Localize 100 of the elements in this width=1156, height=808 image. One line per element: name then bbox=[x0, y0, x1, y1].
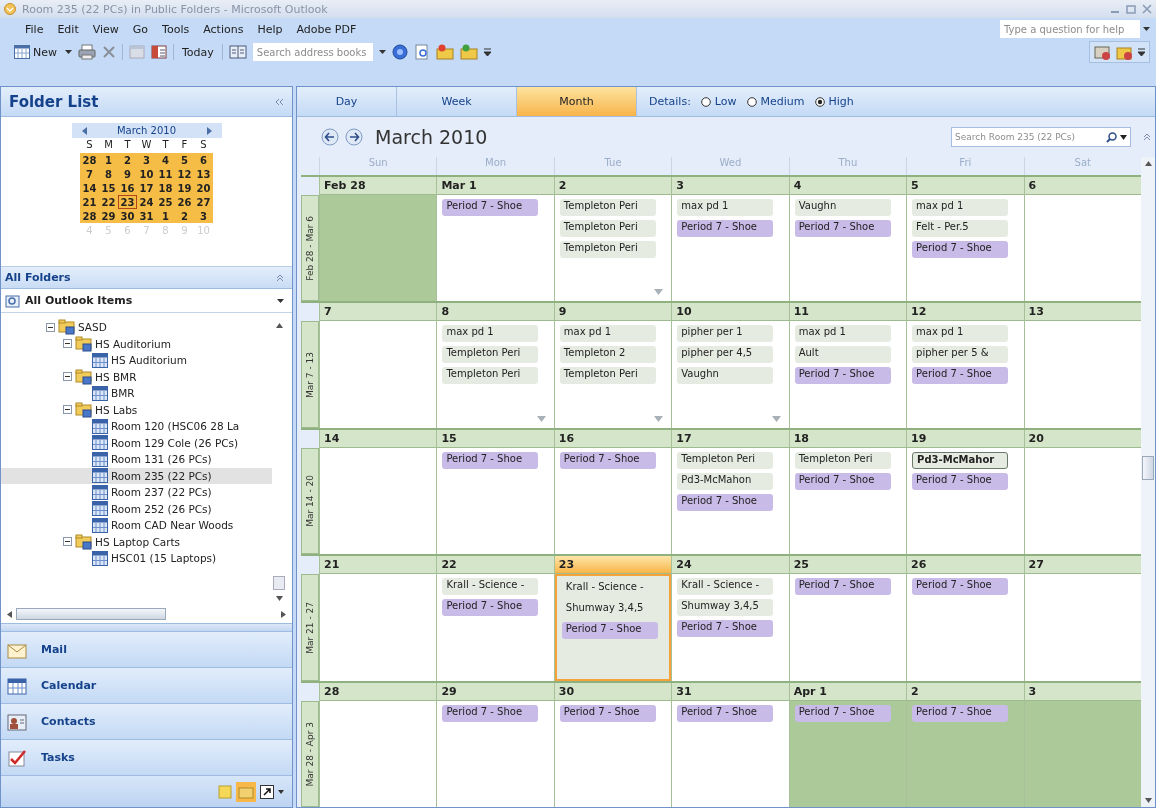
day-cell[interactable]: Templeton Peri Templeton Peri Templeton Peri bbox=[554, 195, 672, 302]
day-cell[interactable] bbox=[1024, 195, 1141, 302]
appointment[interactable]: max pd 1 bbox=[677, 199, 774, 216]
close-icon[interactable] bbox=[1142, 4, 1152, 14]
appointment[interactable]: Period 7 - Shoe bbox=[794, 704, 891, 722]
forward-icon[interactable] bbox=[345, 128, 363, 146]
mini-calendar-day[interactable]: 20 bbox=[194, 181, 213, 195]
day-cell[interactable] bbox=[320, 574, 437, 681]
menu-item[interactable]: View bbox=[85, 22, 126, 36]
more-items-icon[interactable] bbox=[654, 289, 664, 296]
more-items-icon[interactable] bbox=[536, 415, 546, 422]
appointment[interactable]: Templeton Peri bbox=[559, 241, 656, 258]
radio-option[interactable]: High bbox=[814, 95, 854, 108]
appointment[interactable]: Period 7 - Shoe bbox=[677, 620, 774, 638]
mini-calendar-day[interactable]: 4 bbox=[156, 153, 175, 167]
dropdown-arrow-icon[interactable] bbox=[65, 49, 72, 55]
collapse-up-icon[interactable] bbox=[276, 273, 284, 282]
search-bar[interactable]: Search Room 235 (22 PCs) bbox=[951, 127, 1131, 147]
tree-item[interactable]: Room 131 (26 PCs) bbox=[1, 451, 272, 468]
more-items-icon[interactable] bbox=[771, 415, 781, 422]
day-cell[interactable]: Pd3-McMahor Period 7 - Shoe bbox=[907, 447, 1024, 555]
radio-option[interactable]: Medium bbox=[746, 95, 805, 108]
folder-icon[interactable] bbox=[435, 44, 454, 60]
appointment[interactable]: max pd 1 bbox=[912, 325, 1009, 343]
tree-item[interactable]: HS Auditorium bbox=[1, 335, 272, 352]
week-label[interactable]: Feb 28 - Mar 6 bbox=[301, 195, 319, 302]
mini-calendar-day[interactable]: 29 bbox=[99, 209, 118, 223]
configure-buttons-icon[interactable] bbox=[278, 789, 284, 794]
mini-calendar-day[interactable]: 15 bbox=[99, 181, 118, 195]
help-search-field[interactable]: Type a question for help bbox=[1000, 20, 1140, 38]
appointment[interactable]: Period 7 - Shoe bbox=[912, 241, 1009, 258]
mini-calendar-day[interactable]: 31 bbox=[137, 209, 156, 223]
mini-calendar-day[interactable]: 21 bbox=[80, 195, 99, 209]
mini-calendar-day[interactable]: 8 bbox=[99, 167, 118, 181]
mini-calendar-day[interactable]: 26 bbox=[175, 195, 194, 209]
day-cell[interactable] bbox=[320, 447, 437, 555]
appointment[interactable]: Templeton Peri bbox=[559, 199, 656, 216]
day-cell[interactable]: Period 7 - Shoe bbox=[789, 700, 907, 808]
tree-item[interactable]: Room 129 Cole (26 PCs) bbox=[1, 434, 272, 451]
day-cell[interactable] bbox=[1024, 447, 1141, 555]
appointment[interactable]: Krall - Science - bbox=[442, 578, 539, 596]
tree-item[interactable]: HSC01 (15 Laptops) bbox=[1, 550, 272, 567]
appointment[interactable]: Period 7 - Shoe bbox=[677, 220, 774, 237]
appointment[interactable]: Period 7 - Shoe bbox=[559, 704, 656, 722]
mini-calendar-day[interactable]: 2 bbox=[175, 209, 194, 223]
shortcut-icon[interactable] bbox=[260, 784, 274, 799]
appointment[interactable]: max pd 1 bbox=[794, 325, 891, 343]
day-cell[interactable] bbox=[1024, 700, 1141, 808]
mini-calendar-day[interactable]: 7 bbox=[80, 167, 99, 181]
delete-icon[interactable] bbox=[102, 45, 116, 59]
day-cell[interactable]: max pd 1 Templeton 2 Templeton Peri bbox=[554, 321, 672, 428]
tree-item[interactable]: SASD bbox=[1, 319, 272, 336]
document-search-icon[interactable] bbox=[413, 44, 430, 60]
day-cell[interactable]: Period 7 - Shoe bbox=[789, 574, 907, 681]
help-icon[interactable] bbox=[391, 44, 408, 60]
day-cell[interactable]: Period 7 - Shoe bbox=[437, 447, 554, 555]
appointment[interactable]: Templeton 2 bbox=[559, 346, 656, 364]
back-icon[interactable] bbox=[321, 128, 339, 146]
tree-item[interactable]: HS Auditorium bbox=[1, 352, 272, 369]
appointment[interactable]: Period 7 - Shoe bbox=[677, 493, 774, 511]
appointment[interactable]: Period 7 - Shoe bbox=[912, 704, 1009, 722]
folder-dropdown[interactable]: All Outlook Items bbox=[1, 289, 292, 313]
day-cell[interactable] bbox=[320, 700, 437, 808]
appointment[interactable]: max pd 1 bbox=[559, 325, 656, 343]
appointment[interactable]: Period 7 - Shoe bbox=[794, 220, 891, 237]
more-items-icon[interactable] bbox=[654, 415, 664, 422]
tree-item[interactable]: HS Labs bbox=[1, 401, 272, 418]
appointment[interactable]: Templeton Peri bbox=[442, 346, 539, 364]
appointment[interactable]: Felt - Per.5 bbox=[912, 220, 1009, 237]
appointment[interactable]: Shumway 3,4,5 bbox=[677, 599, 774, 617]
mini-calendar-day[interactable]: 24 bbox=[137, 195, 156, 209]
day-cell[interactable]: Period 7 - Shoe bbox=[907, 700, 1024, 808]
mini-calendar-day[interactable]: 5 bbox=[175, 153, 194, 167]
day-cell[interactable]: Period 7 - Shoe bbox=[437, 700, 554, 808]
appointment[interactable]: Period 7 - Shoe bbox=[912, 472, 1009, 490]
tree-item[interactable]: Room 252 (26 PCs) bbox=[1, 500, 272, 517]
day-cell[interactable]: pipher per 1 pipher per 4,5 Vaughn bbox=[672, 321, 789, 428]
day-cell[interactable]: Period 7 - Shoe bbox=[554, 700, 672, 808]
appointment[interactable]: Period 7 - Shoe bbox=[912, 578, 1009, 596]
week-label[interactable]: Mar 28 - Apr 3 bbox=[301, 700, 319, 808]
menu-item[interactable]: Adobe PDF bbox=[289, 22, 364, 36]
mini-calendar-day[interactable]: 17 bbox=[137, 181, 156, 195]
day-cell[interactable] bbox=[320, 195, 437, 302]
day-cell[interactable]: Templeton Peri Period 7 - Shoe bbox=[789, 447, 907, 555]
week-label[interactable]: Mar 21 - 27 bbox=[301, 574, 319, 681]
search-field[interactable]: Search Room 235 (22 PCs) bbox=[955, 132, 1103, 142]
mini-calendar-day[interactable]: 14 bbox=[80, 181, 99, 195]
address-book-icon[interactable] bbox=[228, 45, 247, 59]
navigation-button[interactable]: Contacts bbox=[1, 703, 292, 739]
appointment[interactable]: max pd 1 bbox=[442, 325, 539, 343]
view-tab[interactable]: Day bbox=[297, 87, 397, 116]
collapse-icon[interactable] bbox=[46, 322, 55, 332]
notes-icon[interactable] bbox=[218, 784, 232, 799]
day-cell[interactable]: max pd 1 Felt - Per.5 Period 7 - Shoe bbox=[907, 195, 1024, 302]
menu-item[interactable]: Edit bbox=[50, 22, 86, 36]
day-cell[interactable] bbox=[1024, 574, 1141, 681]
mini-calendar-day[interactable]: 11 bbox=[156, 167, 175, 181]
appointment[interactable]: pipher per 1 bbox=[677, 325, 774, 343]
day-cell[interactable]: Krall - Science - Shumway 3,4,5 Period 7 - Shoe bbox=[554, 574, 672, 681]
appointment[interactable]: Pd3-McMahor bbox=[912, 451, 1009, 469]
